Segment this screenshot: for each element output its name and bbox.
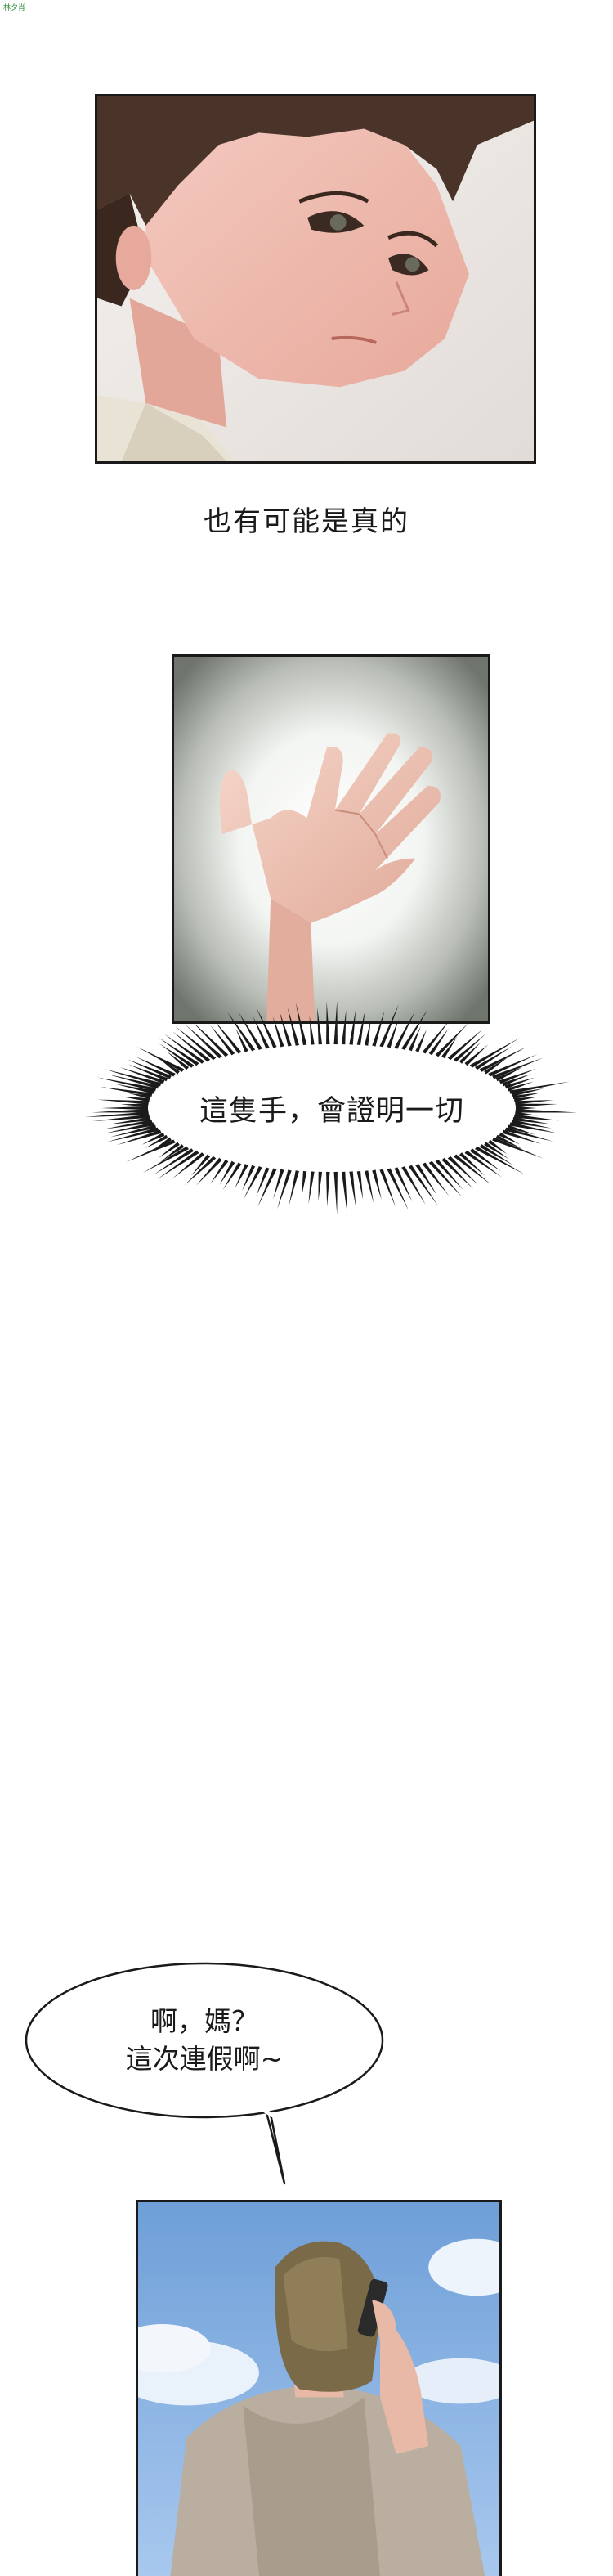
burst-caption-box: 這隻手，會證明一切 [78,998,585,1218]
young-man-illustration [97,96,534,461]
woman-on-phone-illustration [138,2202,499,2576]
speech-line-2: 這次連假啊~ [125,2043,284,2075]
burst-caption-text: 這隻手，會證明一切 [199,1094,464,1128]
panel-woman-on-phone [136,2200,502,2576]
speech-bubble-text: 啊，媽？ 這次連假啊~ [21,1959,387,2122]
speech-line-1: 啊，媽？ [150,2005,258,2037]
panel-young-man-face [95,94,536,464]
glowing-hand-illustration [174,657,488,1021]
watermark-text: 林夕肖 [3,4,26,12]
narration-text: 也有可能是真的 [204,505,409,538]
speech-bubble: 啊，媽？ 這次連假啊~ [21,1959,387,2196]
panel-glowing-hand [172,654,490,1024]
